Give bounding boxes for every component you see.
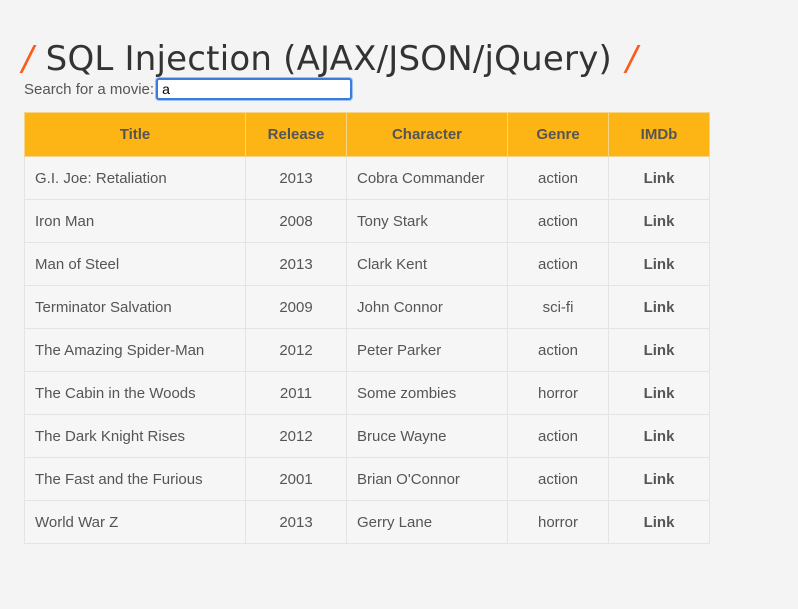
cell-release: 2013 xyxy=(245,156,347,200)
column-header-release: Release xyxy=(245,112,347,157)
table-header-row: Title Release Character Genre IMDb xyxy=(24,112,710,157)
imdb-link[interactable]: Link xyxy=(644,170,675,187)
column-header-title: Title xyxy=(24,112,246,157)
cell-release: 2011 xyxy=(245,371,347,415)
column-header-imdb: IMDb xyxy=(608,112,710,157)
cell-imdb: Link xyxy=(608,285,710,329)
cell-title: Man of Steel xyxy=(24,242,246,286)
cell-release: 2001 xyxy=(245,457,347,501)
cell-character: Clark Kent xyxy=(346,242,508,286)
cell-title: The Dark Knight Rises xyxy=(24,414,246,458)
cell-title: World War Z xyxy=(24,500,246,544)
search-input[interactable] xyxy=(156,78,353,100)
cell-character: Cobra Commander xyxy=(346,156,508,200)
cell-genre: action xyxy=(507,328,609,372)
table-row: Iron Man 2008 Tony Stark action Link xyxy=(24,199,710,243)
cell-genre: horror xyxy=(507,371,609,415)
cell-genre: action xyxy=(507,457,609,501)
table-row: The Fast and the Furious 2001 Brian O'Co… xyxy=(24,457,710,501)
cell-imdb: Link xyxy=(608,457,710,501)
cell-character: John Connor xyxy=(346,285,508,329)
cell-release: 2012 xyxy=(245,328,347,372)
table-row: The Cabin in the Woods 2011 Some zombies… xyxy=(24,371,710,415)
imdb-link[interactable]: Link xyxy=(644,428,675,445)
cell-title: Iron Man xyxy=(24,199,246,243)
cell-character: Gerry Lane xyxy=(346,500,508,544)
movies-table: Title Release Character Genre IMDb G.I. … xyxy=(24,112,710,544)
cell-release: 2012 xyxy=(245,414,347,458)
cell-title: The Fast and the Furious xyxy=(24,457,246,501)
cell-title: Terminator Salvation xyxy=(24,285,246,329)
cell-title: G.I. Joe: Retaliation xyxy=(24,156,246,200)
cell-imdb: Link xyxy=(608,414,710,458)
imdb-link[interactable]: Link xyxy=(644,471,675,488)
search-label: Search for a movie: xyxy=(24,80,155,98)
imdb-link[interactable]: Link xyxy=(644,514,675,531)
title-slash-left: / xyxy=(22,38,34,79)
search-form: Search for a movie: xyxy=(24,77,353,101)
imdb-link[interactable]: Link xyxy=(644,342,675,359)
cell-imdb: Link xyxy=(608,156,710,200)
cell-genre: action xyxy=(507,156,609,200)
imdb-link[interactable]: Link xyxy=(644,385,675,402)
page: / SQL Injection (AJAX/JSON/jQuery) / Sea… xyxy=(0,0,798,609)
column-header-character: Character xyxy=(346,112,508,157)
table-row: Man of Steel 2013 Clark Kent action Link xyxy=(24,242,710,286)
imdb-link[interactable]: Link xyxy=(644,213,675,230)
cell-genre: action xyxy=(507,199,609,243)
cell-genre: sci-fi xyxy=(507,285,609,329)
cell-genre: action xyxy=(507,242,609,286)
cell-imdb: Link xyxy=(608,328,710,372)
cell-release: 2008 xyxy=(245,199,347,243)
table-row: G.I. Joe: Retaliation 2013 Cobra Command… xyxy=(24,156,710,200)
cell-imdb: Link xyxy=(608,371,710,415)
cell-release: 2013 xyxy=(245,242,347,286)
table-row: Terminator Salvation 2009 John Connor sc… xyxy=(24,285,710,329)
title-slash-right: / xyxy=(625,38,638,79)
cell-release: 2009 xyxy=(245,285,347,329)
cell-genre: action xyxy=(507,414,609,458)
cell-character: Tony Stark xyxy=(346,199,508,243)
cell-imdb: Link xyxy=(608,500,710,544)
table-row: The Dark Knight Rises 2012 Bruce Wayne a… xyxy=(24,414,710,458)
cell-release: 2013 xyxy=(245,500,347,544)
table-row: The Amazing Spider-Man 2012 Peter Parker… xyxy=(24,328,710,372)
column-header-genre: Genre xyxy=(507,112,609,157)
cell-imdb: Link xyxy=(608,242,710,286)
imdb-link[interactable]: Link xyxy=(644,256,675,273)
cell-title: The Cabin in the Woods xyxy=(24,371,246,415)
imdb-link[interactable]: Link xyxy=(644,299,675,316)
cell-title: The Amazing Spider-Man xyxy=(24,328,246,372)
cell-character: Peter Parker xyxy=(346,328,508,372)
cell-genre: horror xyxy=(507,500,609,544)
cell-character: Brian O'Connor xyxy=(346,457,508,501)
cell-imdb: Link xyxy=(608,199,710,243)
page-title-text: SQL Injection (AJAX/JSON/jQuery) xyxy=(45,38,612,79)
cell-character: Bruce Wayne xyxy=(346,414,508,458)
cell-character: Some zombies xyxy=(346,371,508,415)
table-row: World War Z 2013 Gerry Lane horror Link xyxy=(24,500,710,544)
